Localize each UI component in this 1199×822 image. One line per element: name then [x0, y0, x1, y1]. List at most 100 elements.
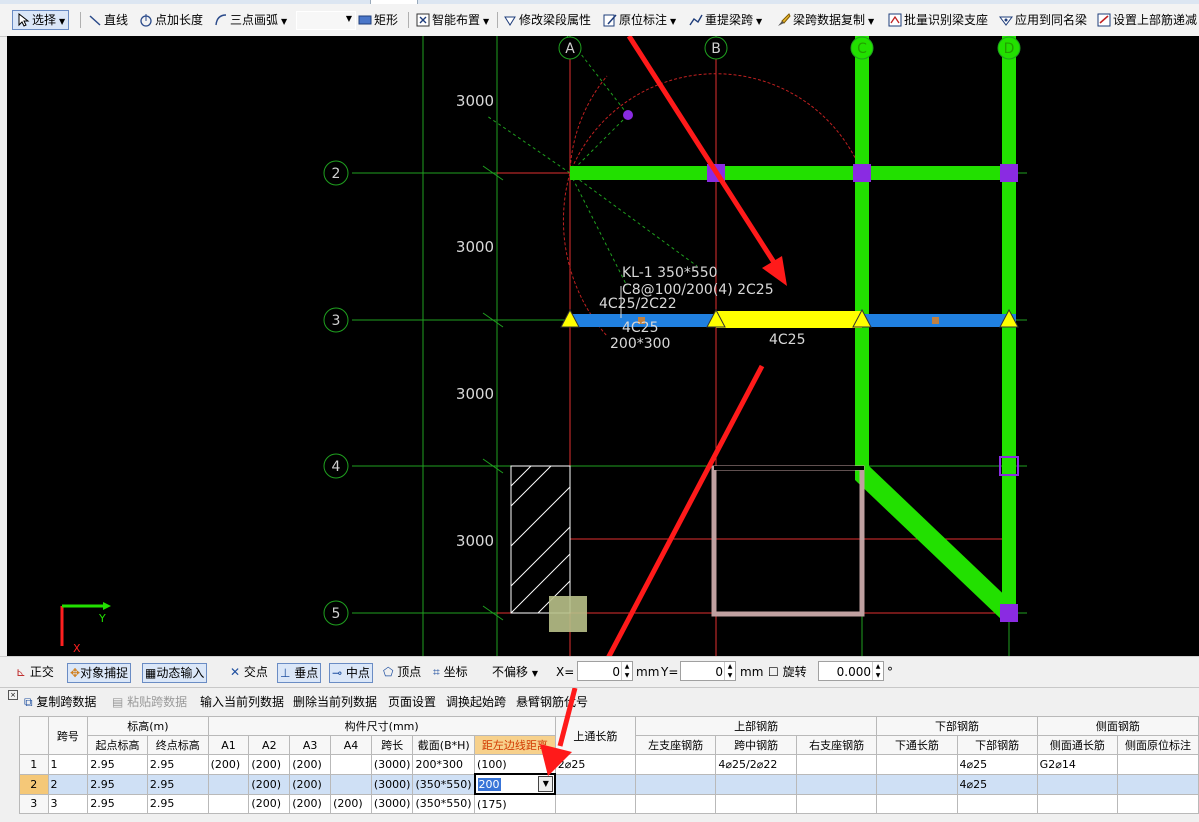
- active-tab-marker[interactable]: [370, 0, 418, 4]
- a1-cell[interactable]: (200): [207, 754, 250, 775]
- span-number-header[interactable]: 跨号: [47, 716, 89, 755]
- checkbox-icon[interactable]: ☐: [768, 665, 779, 679]
- side-in-place-annotation-header[interactable]: 侧面原位标注: [1117, 735, 1199, 755]
- top-continuous-cell[interactable]: [554, 793, 636, 814]
- section-cell[interactable]: (350*550): [412, 793, 476, 814]
- spin-buttons-icon[interactable]: ▲ ▼: [872, 662, 883, 680]
- bottom-continuous-cell[interactable]: [876, 754, 958, 775]
- copy-span-data-button[interactable]: ⧉ 复制跨数据: [24, 693, 96, 711]
- bottom-continuous-bar-header[interactable]: 下通长筋: [876, 735, 958, 755]
- perpendicular-snap[interactable]: ⊥ 垂点: [277, 663, 322, 683]
- object-snap-toggle[interactable]: ✥对象捕捉: [67, 663, 132, 683]
- coordinate-snap[interactable]: ⌗ 坐标: [433, 663, 468, 681]
- left-support-rebar-header[interactable]: 左支座钢筋: [634, 735, 717, 755]
- top-continuous-cell[interactable]: 2⌀25: [554, 754, 636, 775]
- mid-span-rebar-header[interactable]: 跨中钢筋: [715, 735, 797, 755]
- span-length-cell[interactable]: (3000): [370, 793, 414, 814]
- left-support-cell[interactable]: [634, 754, 717, 775]
- a1-header[interactable]: A1: [207, 735, 250, 755]
- beam-green-diagonal[interactable]: [855, 466, 1016, 620]
- top-continuous-cell[interactable]: [554, 773, 636, 795]
- end-elevation-cell[interactable]: 2.95: [146, 773, 209, 795]
- dynamic-input-toggle[interactable]: ▦动态输入: [142, 663, 208, 683]
- copy-span-data-button[interactable]: 梁跨数据复制 ▼: [777, 10, 874, 30]
- end-elevation-cell[interactable]: 2.95: [146, 754, 209, 775]
- left-support-cell[interactable]: [634, 793, 717, 814]
- span-length-cell[interactable]: (3000): [370, 754, 414, 775]
- span-cell[interactable]: 3: [47, 793, 89, 814]
- modify-beam-segment-button[interactable]: 修改梁段属性: [503, 10, 591, 30]
- a2-cell[interactable]: (200): [248, 773, 291, 795]
- column[interactable]: [853, 164, 871, 182]
- construction-point[interactable]: [623, 110, 633, 120]
- a3-cell[interactable]: (200): [289, 793, 332, 814]
- column[interactable]: [1000, 604, 1018, 622]
- span-cell[interactable]: 1: [47, 754, 89, 775]
- mid-span-cell[interactable]: [715, 793, 797, 814]
- column[interactable]: [1000, 164, 1018, 182]
- start-elevation-cell[interactable]: 2.95: [87, 754, 148, 775]
- a4-cell[interactable]: [330, 754, 372, 775]
- grey-beam-outline[interactable]: [711, 465, 865, 617]
- a4-cell[interactable]: [330, 773, 372, 795]
- span-length-cell[interactable]: (3000): [370, 773, 414, 795]
- top-rebar-annotation[interactable]: 4C25/2C22: [599, 296, 677, 312]
- section-cell[interactable]: 200*300: [412, 754, 476, 775]
- section-header[interactable]: 截面(B*H): [412, 735, 476, 755]
- beam-green[interactable]: [1002, 36, 1016, 620]
- table-row[interactable]: 3 3 2.95 2.95 (200) (200) (200) (3000) (…: [19, 793, 1199, 814]
- bottom-continuous-cell[interactable]: [876, 793, 958, 814]
- a1-cell[interactable]: [207, 793, 250, 814]
- span2-bottom-rebar-annotation[interactable]: 4C25: [769, 332, 806, 348]
- vertex-snap[interactable]: ⬠ 顶点: [383, 663, 421, 681]
- paste-span-data-button[interactable]: ▤ 粘贴跨数据: [112, 693, 187, 711]
- start-elevation-cell[interactable]: 2.95: [87, 773, 148, 795]
- row-number[interactable]: 3: [19, 793, 49, 814]
- grip-point[interactable]: [932, 317, 939, 324]
- column-pad[interactable]: [549, 596, 587, 632]
- a4-cell[interactable]: (200): [330, 793, 372, 814]
- delete-current-column-button[interactable]: 删除当前列数据: [293, 693, 377, 711]
- page-setup-button[interactable]: 页面设置: [388, 693, 436, 711]
- distance-edit-value[interactable]: 200: [477, 777, 501, 791]
- start-elevation-header[interactable]: 起点标高: [87, 735, 148, 755]
- panel-pin-icon[interactable]: ×: [8, 690, 18, 700]
- bottom-rebar-sub-header[interactable]: 下部钢筋: [956, 735, 1038, 755]
- apply-same-name-beam-button[interactable]: 应用到同名梁: [999, 10, 1087, 30]
- span-length-header[interactable]: 跨长: [370, 735, 414, 755]
- bottom-rebar-cell[interactable]: [956, 793, 1038, 814]
- top-continuous-bar-header[interactable]: 上通长筋: [554, 716, 636, 755]
- right-support-rebar-header[interactable]: 右支座钢筋: [795, 735, 878, 755]
- x-coordinate-input[interactable]: 0 ▲ ▼: [577, 661, 633, 681]
- row-number[interactable]: 1: [19, 754, 49, 775]
- rotate-checkbox[interactable]: ☐ 旋转: [768, 663, 807, 681]
- offset-mode-dropdown[interactable]: 不偏移 ▼: [492, 663, 538, 681]
- end-elevation-cell[interactable]: 2.95: [146, 793, 209, 814]
- right-support-cell[interactable]: [795, 793, 878, 814]
- span-cell[interactable]: 2: [47, 773, 89, 795]
- side-annotation-cell[interactable]: [1117, 773, 1199, 795]
- bottom-rebar-annotation[interactable]: 4C25: [622, 320, 659, 336]
- smart-layout-button[interactable]: 智能布置 ▼: [416, 10, 489, 30]
- spin-buttons-icon[interactable]: ▲ ▼: [621, 662, 632, 680]
- a2-cell[interactable]: (200): [248, 754, 291, 775]
- select-tool-button[interactable]: 选择 ▼: [12, 10, 70, 30]
- rectangle-tool-button[interactable]: 矩形: [358, 10, 398, 30]
- cantilever-rebar-code-button[interactable]: 悬臂钢筋代号: [516, 693, 588, 711]
- side-annotation-cell[interactable]: [1117, 793, 1199, 814]
- cad-canvas[interactable]: A B C D 2 3 4 5 3000 3000 3000 3000 KL-1…: [7, 36, 1199, 656]
- row-number[interactable]: 2: [19, 773, 49, 795]
- a4-header[interactable]: A4: [330, 735, 372, 755]
- cad-drawing[interactable]: A B C D 2 3 4 5 3000 3000 3000 3000 KL-1…: [7, 36, 1199, 656]
- mid-span-cell[interactable]: [715, 773, 797, 795]
- arc-mode-dropdown[interactable]: ▼: [296, 11, 356, 30]
- distance-cell[interactable]: (100): [474, 754, 556, 775]
- y-coordinate-input[interactable]: 0 ▲ ▼: [680, 661, 736, 681]
- set-top-bar-reduction-button[interactable]: 设置上部筋递减: [1097, 10, 1197, 30]
- side-continuous-cell[interactable]: [1036, 773, 1119, 795]
- mid-span-cell[interactable]: 4⌀25/2⌀22: [715, 754, 797, 775]
- a3-header[interactable]: A3: [289, 735, 332, 755]
- three-point-arc-button[interactable]: 三点画弧 ▼: [214, 10, 287, 30]
- beam-green[interactable]: [855, 36, 869, 466]
- in-place-annotation-button[interactable]: 原位标注 ▼: [603, 10, 676, 30]
